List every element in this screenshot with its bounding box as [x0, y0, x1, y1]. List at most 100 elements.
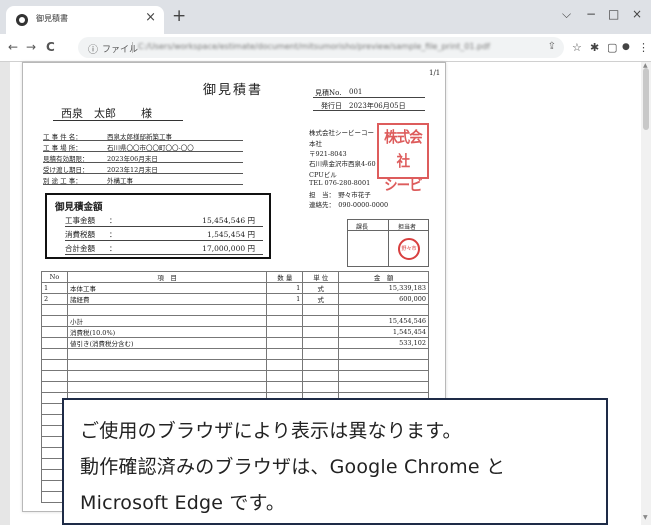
approval-divider	[388, 220, 389, 266]
cell-qty	[266, 359, 304, 371]
cell-amount: 1,545,454	[338, 326, 429, 338]
browser-titlebar: 御見積書 × + ⌵ − □ ×	[0, 0, 651, 34]
cell-unit	[302, 304, 340, 316]
cell-no	[41, 359, 68, 371]
cell-name	[66, 370, 268, 382]
cell-name	[66, 381, 268, 393]
company-seal: 株式会社 シービ	[377, 123, 429, 194]
cell-amount	[338, 304, 429, 316]
col-no: No	[41, 271, 68, 283]
cell-name: 消費税(10.0%)	[66, 326, 268, 338]
cell-name: 値引き(消費税分含む)	[66, 337, 268, 349]
info-icon[interactable]: ⓘ	[88, 41, 98, 56]
cell-amount	[338, 359, 429, 371]
customer-underline	[53, 120, 183, 121]
note-line-3: Microsoft Edge です。	[80, 492, 286, 514]
browser-tab[interactable]: 御見積書 ×	[6, 6, 164, 34]
url-path[interactable]: C:/Users/workspace/estimate/document/mit…	[138, 42, 533, 53]
cell-amount: 15,454,546	[338, 315, 429, 327]
cell-no: 1	[41, 282, 68, 294]
totals-row-tax: 消費税額： 1,545,454 円	[65, 230, 255, 239]
info-divider	[43, 151, 243, 152]
company-postal: 〒921-8043	[309, 150, 347, 158]
table-row: 小計 15,454,546	[41, 315, 429, 327]
cell-unit: 式	[302, 293, 340, 305]
browser-note-box: ご使用のブラウザにより表示は異なります。 動作確認済みのブラウザは、Google…	[62, 398, 608, 525]
cell-name	[66, 359, 268, 371]
cell-name	[66, 304, 268, 316]
table-row: 2 諸経費 1 式 600,000	[41, 293, 429, 305]
col-unit: 単 位	[302, 271, 340, 283]
share-icon[interactable]: ⇪	[548, 41, 556, 52]
side-panel-icon[interactable]: ▢	[607, 41, 617, 54]
cell-unit	[302, 359, 340, 371]
col-item: 項 目	[66, 271, 268, 283]
cell-unit	[302, 348, 340, 360]
cell-qty	[266, 370, 304, 382]
cell-unit	[302, 315, 340, 327]
company-person: 担 当： 野々市花子	[309, 191, 371, 199]
tab-title: 御見積書	[36, 14, 68, 23]
company-address: 石川県金沢市西泉4-60	[309, 160, 376, 168]
minimize-button[interactable]: −	[586, 7, 596, 21]
scrollbar-track[interactable]	[641, 62, 651, 525]
cell-amount: 533,102	[338, 337, 429, 349]
reload-button[interactable]: C	[46, 40, 55, 54]
estimate-no-underline	[313, 97, 425, 98]
totals-title: 御見積金額	[55, 202, 103, 213]
back-button[interactable]: ←	[8, 40, 18, 54]
cell-no	[41, 337, 68, 349]
cell-no	[41, 315, 68, 327]
new-tab-button[interactable]: +	[172, 6, 186, 26]
table-row: 1 本体工事 1 式 15,339,183	[41, 282, 429, 294]
note-line-1: ご使用のブラウザにより表示は異なります。	[80, 420, 462, 442]
totals-row-grand: 合計金額： 17,000,000 円	[65, 244, 255, 253]
company-tel: TEL 076-280-8001	[309, 179, 371, 187]
totals-divider	[65, 240, 263, 241]
cell-unit: 式	[302, 282, 340, 294]
cell-amount	[338, 348, 429, 360]
profile-icon[interactable]: ●	[622, 42, 630, 52]
table-row: 値引き(消費税分含む) 533,102	[41, 337, 429, 349]
cell-qty	[266, 381, 304, 393]
scroll-down-icon[interactable]: ▼	[643, 514, 648, 521]
forward-button[interactable]: →	[26, 40, 36, 54]
cell-unit	[302, 370, 340, 382]
staff-stamp: 野々市	[398, 238, 420, 260]
cell-no	[41, 381, 68, 393]
bookmark-star-icon[interactable]: ☆	[572, 41, 582, 54]
close-window-button[interactable]: ×	[632, 7, 642, 21]
cell-amount: 600,000	[338, 293, 429, 305]
cell-qty	[266, 348, 304, 360]
totals-divider	[65, 254, 263, 255]
maximize-button[interactable]: □	[608, 7, 619, 21]
cell-name: 小計	[66, 315, 268, 327]
tab-search-icon[interactable]: ⌵	[562, 7, 571, 22]
cell-qty: 1	[266, 282, 304, 294]
cell-no	[41, 370, 68, 382]
info-divider	[43, 140, 243, 141]
cell-qty	[266, 337, 304, 349]
cell-name	[66, 348, 268, 360]
tab-close-icon[interactable]: ×	[145, 10, 156, 25]
company-name: 株式会社シービーコー	[309, 129, 374, 137]
company-contact: 連絡先： 090-0000-0000	[309, 201, 389, 209]
items-header-row: No 項 目 数 量 単 位 金 額	[41, 271, 429, 283]
totals-box: 御見積金額 工事金額： 15,454,546 円 消費税額： 1,545,454 円…	[45, 193, 271, 259]
scroll-up-icon[interactable]: ▲	[643, 62, 648, 69]
issue-date-underline	[313, 110, 425, 111]
cell-no	[41, 304, 68, 316]
cell-unit	[302, 337, 340, 349]
address-bar[interactable]: ⓘ ファイル C:/Users/workspace/estimate/docum…	[78, 37, 564, 58]
browser-toolbar: ← → C ⓘ ファイル C:/Users/workspace/estimate…	[0, 34, 651, 62]
info-divider	[43, 162, 243, 163]
scrollbar-thumb[interactable]	[643, 68, 649, 130]
customer-name: 西泉 太郎	[61, 107, 116, 120]
extensions-icon[interactable]: ✱	[590, 41, 599, 54]
col-qty: 数 量	[266, 271, 304, 283]
company-office: 本社	[309, 140, 322, 148]
cell-unit	[302, 326, 340, 338]
table-row: 消費税(10.0%) 1,545,454	[41, 326, 429, 338]
menu-icon[interactable]: ⋮	[638, 41, 649, 54]
customer-honorific: 様	[141, 107, 152, 120]
